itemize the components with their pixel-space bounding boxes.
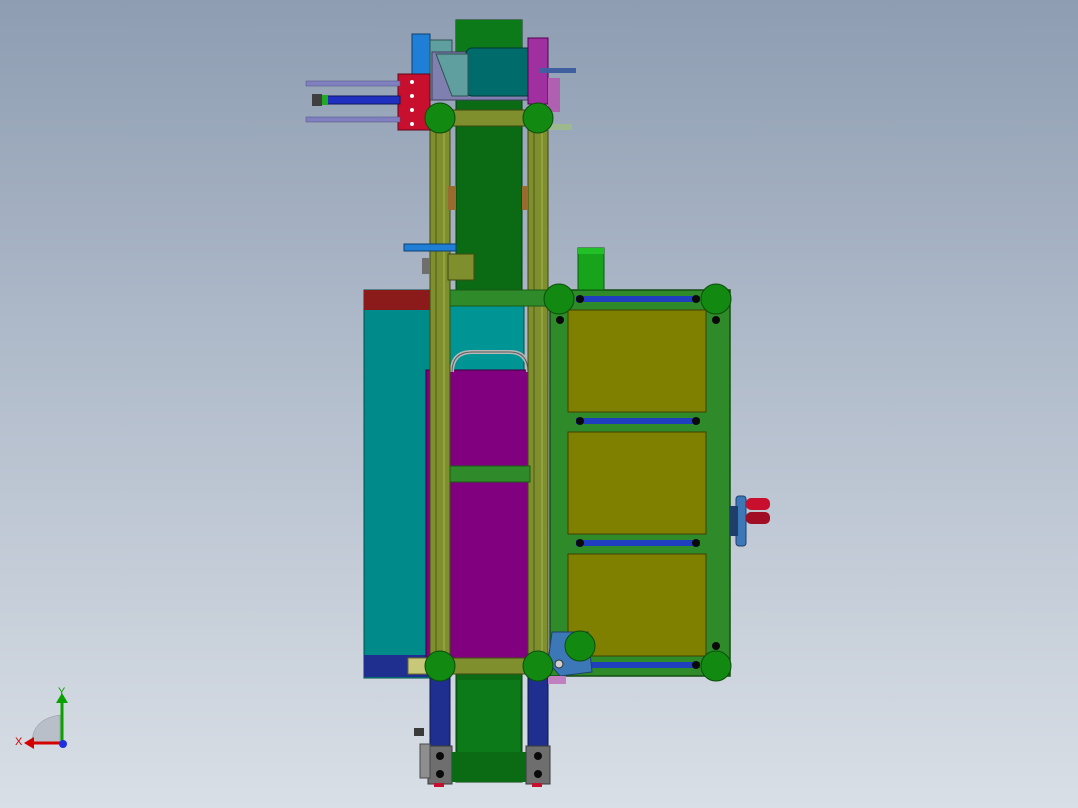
joint-node: [700, 650, 732, 682]
side-handle: [730, 495, 770, 547]
joint-node: [424, 102, 456, 134]
z-axis-dot: [59, 740, 67, 748]
joint-node: [522, 102, 554, 134]
x-axis-arrowhead: [24, 737, 34, 749]
cad-viewport[interactable]: [0, 0, 1078, 808]
joint-node: [424, 650, 456, 682]
joint-node: [543, 283, 575, 315]
right-frame-assembly: [549, 247, 731, 677]
joint-node: [522, 650, 554, 682]
triad-plane: [31, 714, 61, 744]
y-axis-label: Y: [58, 686, 66, 698]
coordinate-triad: Y X: [15, 686, 68, 749]
joint-node: [564, 630, 596, 662]
joint-node: [700, 283, 732, 315]
x-axis-label: X: [15, 736, 23, 748]
